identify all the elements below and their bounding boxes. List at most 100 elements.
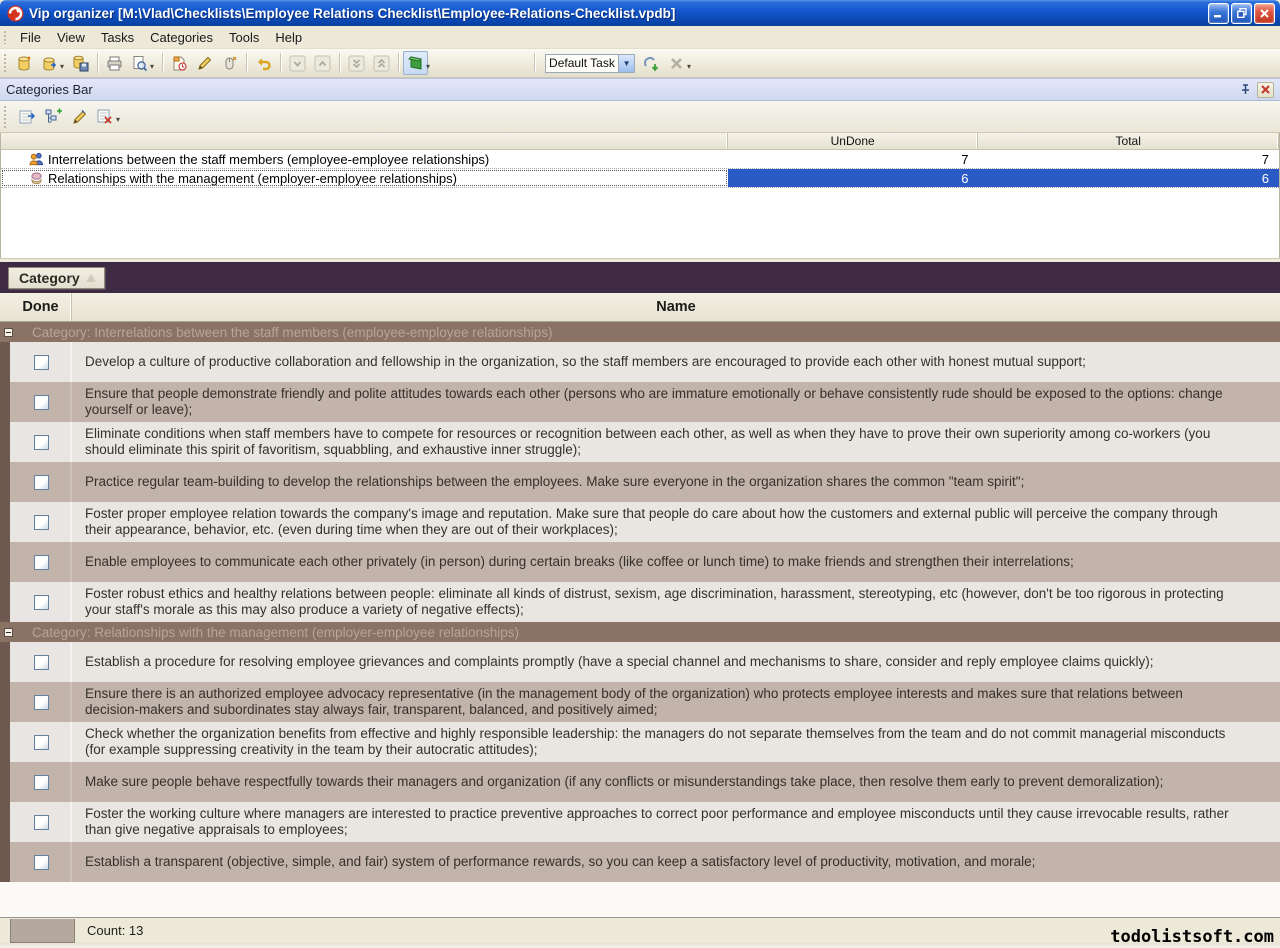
categories-grid: UnDone Total Interrelations between the … <box>0 133 1280 258</box>
category-row[interactable]: Interrelations between the staff members… <box>1 150 1279 169</box>
task-name-cell: Practice regular team-building to develo… <box>72 462 1280 502</box>
done-checkbox[interactable] <box>34 855 49 870</box>
done-checkbox[interactable] <box>34 815 49 830</box>
menu-item-help[interactable]: Help <box>267 27 310 48</box>
new-task-button[interactable] <box>167 51 192 75</box>
done-checkbox[interactable] <box>34 395 49 410</box>
close-panel-button[interactable] <box>1257 82 1274 98</box>
done-checkbox[interactable] <box>34 595 49 610</box>
task-row[interactable]: Check whether the organization benefits … <box>0 722 1280 762</box>
category-dropdown-caret-icon[interactable]: ▾ <box>116 115 120 124</box>
task-row[interactable]: Establish a procedure for resolving empl… <box>0 642 1280 682</box>
edit-task-button[interactable] <box>192 51 217 75</box>
group-indent-strip <box>0 682 10 722</box>
double-arrow-down-icon <box>348 55 365 72</box>
task-row[interactable]: Establish a transparent (objective, simp… <box>0 842 1280 882</box>
task-view-combobox[interactable]: Default Task V ▼ <box>545 54 635 73</box>
apply-view-button[interactable] <box>639 51 664 75</box>
done-checkbox[interactable] <box>34 515 49 530</box>
category-name-cell[interactable]: Relationships with the management (emplo… <box>1 169 728 187</box>
done-checkbox[interactable] <box>34 555 49 570</box>
save-database-button[interactable] <box>68 51 93 75</box>
window-bottom-edge <box>0 943 1280 948</box>
task-row[interactable]: Foster proper employee relation towards … <box>0 502 1280 542</box>
toolbar-grip[interactable] <box>3 105 7 128</box>
minimize-button[interactable] <box>1208 3 1229 24</box>
collapse-icon[interactable] <box>4 328 13 337</box>
menu-item-categories[interactable]: Categories <box>142 27 221 48</box>
column-header-category[interactable] <box>1 133 728 149</box>
column-header-total[interactable]: Total <box>978 133 1279 149</box>
task-row[interactable]: Foster the working culture where manager… <box>0 802 1280 842</box>
task-row[interactable]: Practice regular team-building to develo… <box>0 462 1280 502</box>
undo-button[interactable] <box>251 51 276 75</box>
group-header-row[interactable]: Category: Relationships with the managem… <box>0 622 1280 642</box>
view-dropdown-caret-icon[interactable]: ▾ <box>426 62 430 71</box>
edit-category-button[interactable] <box>66 104 92 130</box>
task-name-cell: Establish a transparent (objective, simp… <box>72 842 1280 882</box>
menu-item-tasks[interactable]: Tasks <box>93 27 142 48</box>
restore-button[interactable] <box>1231 3 1252 24</box>
category-name-cell[interactable]: Interrelations between the staff members… <box>1 150 728 168</box>
database-save-icon <box>72 55 89 72</box>
done-checkbox[interactable] <box>34 695 49 710</box>
move-down-button[interactable] <box>285 51 310 75</box>
done-checkbox[interactable] <box>34 735 49 750</box>
menu-item-file[interactable]: File <box>12 27 49 48</box>
task-row[interactable]: Foster robust ethics and healthy relatio… <box>0 582 1280 622</box>
delete-view-button[interactable] <box>664 51 689 75</box>
status-bar: Count: 13 <box>0 917 1280 943</box>
column-header-done[interactable]: Done <box>10 293 72 321</box>
open-database-button[interactable] <box>37 51 62 75</box>
combobox-dropdown-icon[interactable]: ▼ <box>618 55 634 72</box>
pin-panel-button[interactable] <box>1237 82 1254 98</box>
task-row[interactable]: Eliminate conditions when staff members … <box>0 422 1280 462</box>
column-header-undone[interactable]: UnDone <box>728 133 979 149</box>
task-row[interactable]: Make sure people behave respectfully tow… <box>0 762 1280 802</box>
title-bar: Vip organizer [M:\Vlad\Checklists\Employ… <box>0 0 1280 26</box>
toolbar-grip[interactable] <box>3 53 7 73</box>
done-cell <box>10 682 72 722</box>
new-category-button[interactable] <box>14 104 40 130</box>
collapse-icon[interactable] <box>4 628 13 637</box>
delete-category-button[interactable] <box>92 104 118 130</box>
group-by-category-button[interactable]: Category <box>8 267 105 289</box>
done-checkbox[interactable] <box>34 775 49 790</box>
move-top-button[interactable] <box>369 51 394 75</box>
done-checkbox[interactable] <box>34 475 49 490</box>
category-row[interactable]: Relationships with the management (emplo… <box>1 169 1279 188</box>
print-button[interactable] <box>102 51 127 75</box>
task-row[interactable]: Enable employees to communicate each oth… <box>0 542 1280 582</box>
new-database-button[interactable] <box>12 51 37 75</box>
close-button[interactable] <box>1254 3 1275 24</box>
column-header-name[interactable]: Name <box>72 293 1280 321</box>
done-cell <box>10 342 72 382</box>
group-header-row[interactable]: Category: Interrelations between the sta… <box>0 322 1280 342</box>
task-row[interactable]: Ensure there is an authorized employee a… <box>0 682 1280 722</box>
task-name-cell: Make sure people behave respectfully tow… <box>72 762 1280 802</box>
move-bottom-button[interactable] <box>344 51 369 75</box>
open-dropdown-caret-icon[interactable]: ▾ <box>60 62 64 71</box>
done-checkbox[interactable] <box>34 355 49 370</box>
task-name-cell: Develop a culture of productive collabor… <box>72 342 1280 382</box>
views-dropdown-caret-icon[interactable]: ▾ <box>687 62 691 71</box>
done-checkbox[interactable] <box>34 655 49 670</box>
new-subcategory-button[interactable] <box>40 104 66 130</box>
menu-item-view[interactable]: View <box>49 27 93 48</box>
toolbar-grip[interactable] <box>3 30 7 44</box>
drag-task-button[interactable] <box>217 51 242 75</box>
group-indent-strip <box>0 842 10 882</box>
menu-item-tools[interactable]: Tools <box>221 27 267 48</box>
move-up-button[interactable] <box>310 51 335 75</box>
task-name-cell: Enable employees to communicate each oth… <box>72 542 1280 582</box>
category-name-label: Interrelations between the staff members… <box>48 152 489 167</box>
menu-bar: FileViewTasksCategoriesToolsHelp <box>0 26 1280 49</box>
print-dropdown-caret-icon[interactable]: ▾ <box>150 62 154 71</box>
print-preview-button[interactable] <box>127 51 152 75</box>
task-row[interactable]: Ensure that people demonstrate friendly … <box>0 382 1280 422</box>
task-grid: Done Name Category: Interrelations betwe… <box>0 293 1280 882</box>
task-row[interactable]: Develop a culture of productive collabor… <box>0 342 1280 382</box>
task-view-button[interactable] <box>403 51 428 75</box>
done-checkbox[interactable] <box>34 435 49 450</box>
view-icon <box>407 54 425 72</box>
